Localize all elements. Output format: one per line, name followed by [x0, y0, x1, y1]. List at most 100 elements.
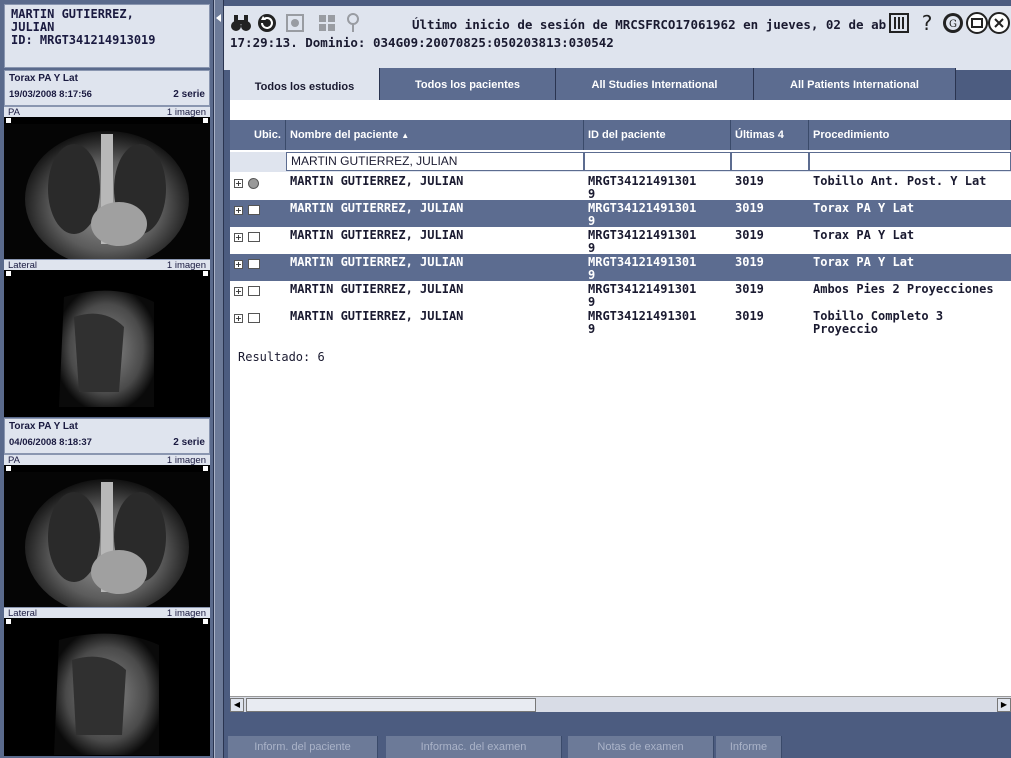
col-procedure[interactable]: Procedimiento [809, 120, 1011, 150]
selection-bar [4, 465, 210, 472]
folder-icon [248, 259, 260, 269]
scroll-thumb[interactable] [246, 698, 536, 712]
cell-id: MRGT34121491301 9 [588, 310, 696, 336]
id-line: 9 [588, 241, 596, 255]
close-icon[interactable] [986, 10, 1011, 36]
table-row[interactable]: + MARTIN GUTIERREZ, JULIAN MRGT341214913… [230, 308, 1011, 336]
tab-exam-info[interactable]: Informac. del examen [386, 736, 562, 758]
scroll-right-button[interactable]: ▶ [997, 698, 1011, 712]
main-area: Último inicio de sesión de MRCSFRCO17061… [224, 0, 1011, 758]
series-label-bar: PA 1 imagen [4, 454, 210, 466]
panel-splitter[interactable] [214, 0, 224, 758]
table-row[interactable]: + MARTIN GUTIERREZ, JULIAN MRGT341214913… [230, 227, 1011, 255]
col-patient-id[interactable]: ID del paciente [584, 120, 731, 150]
login-line-1: Último inicio de sesión de MRCSFRCO17061… [412, 17, 886, 32]
xray-pa-thumbnail[interactable] [4, 124, 210, 259]
folder-icon [248, 313, 260, 323]
help-icon[interactable]: ? [914, 10, 940, 36]
marker [203, 619, 208, 624]
col-last4[interactable]: Últimas 4 [731, 120, 809, 150]
cell-procedure: Tobillo Ant. Post. Y Lat [813, 174, 987, 188]
study-header[interactable]: Torax PA Y Lat 04/06/2008 8:18:37 2 seri… [4, 418, 210, 454]
horizontal-scrollbar[interactable]: ◀ ▶ [230, 696, 1011, 712]
folder-icon [248, 286, 260, 296]
table-row[interactable]: + MARTIN GUTIERREZ, JULIAN MRGT341214913… [230, 254, 1011, 282]
settings-icon[interactable] [886, 10, 912, 36]
table-row[interactable]: + MARTIN GUTIERREZ, JULIAN MRGT341214913… [230, 173, 1011, 201]
id-line: 9 [588, 214, 596, 228]
key-icon[interactable] [340, 10, 366, 36]
xray-lateral-thumbnail[interactable] [4, 277, 210, 417]
study-thumbnail-2[interactable]: Torax PA Y Lat 04/06/2008 8:18:37 2 seri… [4, 418, 210, 756]
id-line: 9 [588, 322, 596, 336]
cell-name: MARTIN GUTIERREZ, JULIAN [290, 309, 464, 323]
cell-procedure: Torax PA Y Lat [813, 228, 915, 242]
expand-icon[interactable]: + [234, 314, 243, 323]
tab-all-patients[interactable]: Todos los pacientes [380, 68, 556, 102]
filter-procedure[interactable] [809, 152, 1011, 171]
collapse-arrow-icon[interactable] [216, 14, 221, 22]
cell-name: MARTIN GUTIERREZ, JULIAN [290, 282, 464, 296]
cell-name: MARTIN GUTIERREZ, JULIAN [290, 201, 464, 215]
marker [203, 271, 208, 276]
study-title: Torax PA Y Lat [9, 73, 78, 84]
col-ubic[interactable]: Ubic. [230, 120, 286, 150]
binoculars-icon[interactable] [228, 10, 254, 36]
ge-logo-icon[interactable]: G [940, 10, 966, 36]
study-header[interactable]: Torax PA Y Lat 19/03/2008 8:17:56 2 seri… [4, 70, 210, 106]
cell-last4: 3019 [735, 201, 764, 215]
result-count: Resultado: 6 [238, 350, 325, 364]
id-line: MRGT34121491301 [588, 255, 697, 269]
cell-last4: 3019 [735, 174, 764, 188]
col-patient-name[interactable]: Nombre del paciente ▲ [286, 120, 584, 150]
cell-last4: 3019 [735, 282, 764, 296]
expand-icon[interactable]: + [234, 260, 243, 269]
cell-name: MARTIN GUTIERREZ, JULIAN [290, 174, 464, 188]
tab-patient-info[interactable]: Inform. del paciente [228, 736, 378, 758]
cell-id: MRGT34121491301 9 [588, 175, 696, 201]
cell-procedure: Ambos Pies 2 Proyecciones [813, 282, 994, 296]
xray-lateral-thumbnail[interactable] [4, 625, 210, 755]
filter-last4[interactable] [731, 152, 809, 171]
expand-icon[interactable]: + [234, 206, 243, 215]
study-table: Ubic. Nombre del paciente ▲ ID del pacie… [230, 100, 1011, 712]
cell-last4: 3019 [735, 309, 764, 323]
sort-asc-icon: ▲ [401, 131, 410, 140]
expand-icon[interactable]: + [234, 233, 243, 242]
cell-name: MARTIN GUTIERREZ, JULIAN [290, 255, 464, 269]
table-header: Ubic. Nombre del paciente ▲ ID del pacie… [230, 120, 1011, 150]
table-row[interactable]: + MARTIN GUTIERREZ, JULIAN MRGT341214913… [230, 200, 1011, 228]
toolbar: Último inicio de sesión de MRCSFRCO17061… [224, 6, 1011, 106]
cell-id: MRGT34121491301 9 [588, 256, 696, 282]
xray-pa-thumbnail[interactable] [4, 472, 210, 607]
grid-icon[interactable] [314, 10, 340, 36]
id-line: MRGT34121491301 [588, 309, 697, 323]
folder-icon [248, 232, 260, 242]
tab-exam-notes[interactable]: Notas de examen [568, 736, 714, 758]
expand-icon[interactable]: + [234, 179, 243, 188]
study-thumbnail-1[interactable]: Torax PA Y Lat 19/03/2008 8:17:56 2 seri… [4, 70, 210, 417]
cell-procedure: Tobillo Completo 3 Proyeccio [813, 309, 944, 336]
series-count: 2 serie [173, 437, 205, 448]
id-line: MRGT34121491301 [588, 174, 697, 188]
cell-procedure: Torax PA Y Lat [813, 201, 915, 215]
refresh-icon[interactable] [254, 10, 280, 36]
id-line: MRGT34121491301 [588, 201, 697, 215]
tab-all-studies-international[interactable]: All Studies International [556, 68, 754, 102]
filter-patient-id[interactable] [584, 152, 731, 171]
filter-row: MARTIN GUTIERREZ, JULIAN [230, 152, 1011, 172]
marker [203, 466, 208, 471]
table-row[interactable]: + MARTIN GUTIERREZ, JULIAN MRGT341214913… [230, 281, 1011, 309]
filter-patient-name[interactable]: MARTIN GUTIERREZ, JULIAN [286, 152, 584, 171]
status-icon [248, 178, 259, 189]
tab-report[interactable]: Informe [716, 736, 782, 758]
import-icon[interactable] [282, 10, 308, 36]
scroll-left-button[interactable]: ◀ [230, 698, 244, 712]
marker [6, 271, 11, 276]
expand-icon[interactable]: + [234, 287, 243, 296]
id-line: 9 [588, 295, 596, 309]
tab-all-patients-international[interactable]: All Patients International [754, 68, 956, 102]
cell-id: MRGT34121491301 9 [588, 229, 696, 255]
selection-bar [4, 270, 210, 277]
patient-thumbnail-panel: MARTIN GUTIERREZ, JULIAN ID: MRGT3412149… [0, 0, 214, 758]
